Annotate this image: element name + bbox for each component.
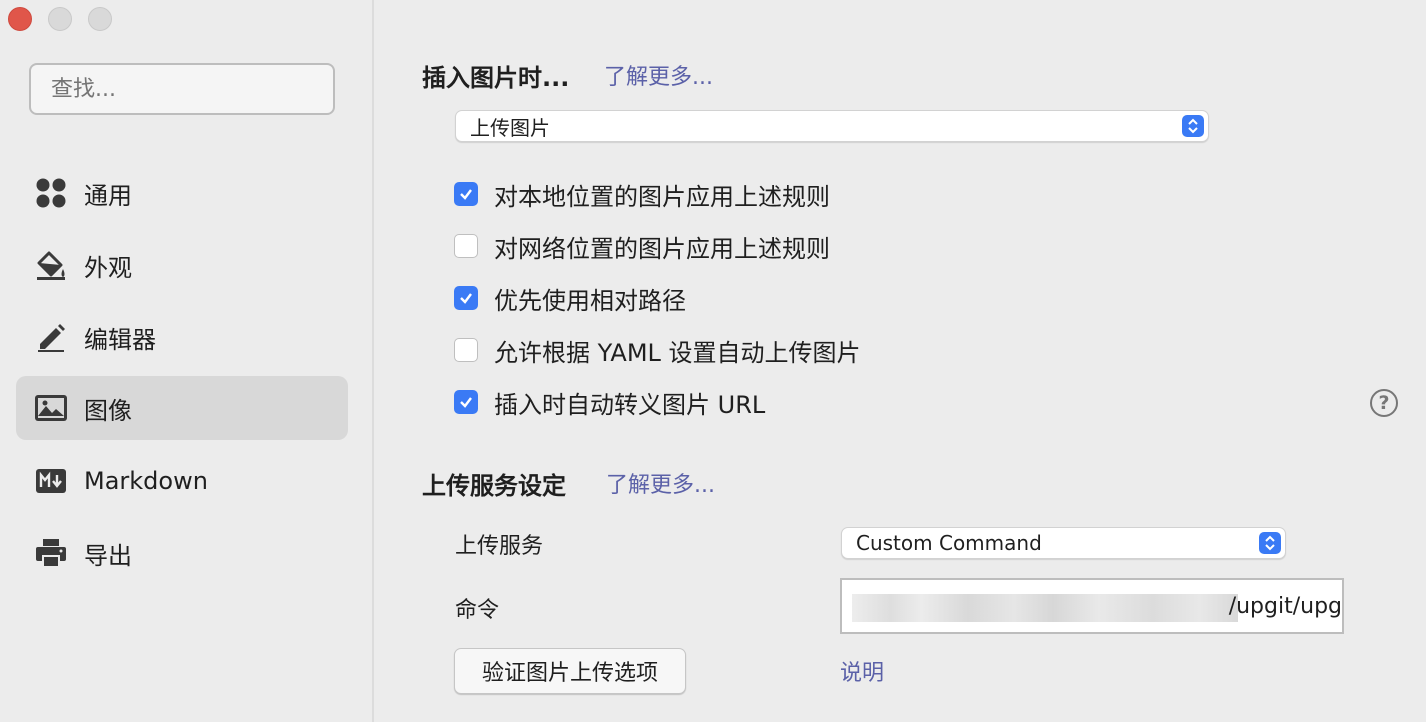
option-relative-path[interactable]: 优先使用相对路径 bbox=[454, 281, 686, 315]
option-label: 对网络位置的图片应用上述规则 bbox=[494, 234, 830, 263]
checkmark-icon bbox=[460, 293, 472, 304]
sidebar-item-label: 外观 bbox=[84, 253, 132, 282]
search-input[interactable] bbox=[29, 63, 335, 115]
chevron-updown-icon bbox=[1259, 532, 1281, 554]
sidebar-item-editor[interactable]: 编辑器 bbox=[16, 305, 348, 369]
option-label: 允许根据 YAML 设置自动上传图片 bbox=[494, 338, 861, 367]
sidebar-item-label: 图像 bbox=[84, 396, 132, 425]
checkbox[interactable] bbox=[454, 390, 478, 414]
window-minimize-button[interactable] bbox=[48, 7, 72, 31]
command-label: 命令 bbox=[455, 598, 500, 623]
redacted-region bbox=[852, 594, 1238, 622]
sidebar-item-markdown[interactable]: Markdown bbox=[16, 449, 348, 513]
sidebar: 通用 外观 编辑器 bbox=[0, 0, 374, 722]
window-close-button[interactable] bbox=[8, 7, 32, 31]
sidebar-item-export[interactable]: 导出 bbox=[16, 521, 348, 585]
printer-icon bbox=[34, 536, 68, 570]
option-escape-url[interactable]: 插入时自动转义图片 URL bbox=[454, 385, 765, 419]
insert-action-value: 上传图片 bbox=[470, 115, 550, 140]
checkbox[interactable] bbox=[454, 234, 478, 258]
sidebar-item-general[interactable]: 通用 bbox=[16, 161, 348, 225]
upload-service-label: 上传服务 bbox=[455, 534, 544, 559]
command-value: /upgit/upg bbox=[1228, 593, 1342, 619]
learn-more-link[interactable]: 了解更多... bbox=[606, 467, 715, 499]
option-network-images[interactable]: 对网络位置的图片应用上述规则 bbox=[454, 229, 830, 263]
checkbox[interactable] bbox=[454, 286, 478, 310]
sidebar-item-appearance[interactable]: 外观 bbox=[16, 233, 348, 297]
paint-bucket-icon bbox=[34, 248, 68, 282]
command-input[interactable]: /upgit/upg bbox=[840, 578, 1344, 634]
markdown-icon bbox=[34, 464, 68, 498]
checkmark-icon bbox=[460, 189, 472, 200]
option-label: 插入时自动转义图片 URL bbox=[494, 390, 766, 419]
checkbox[interactable] bbox=[454, 338, 478, 362]
learn-more-link[interactable]: 了解更多... bbox=[604, 59, 713, 91]
window-zoom-button[interactable] bbox=[88, 7, 112, 31]
pencil-icon bbox=[34, 320, 68, 354]
option-local-images[interactable]: 对本地位置的图片应用上述规则 bbox=[454, 177, 830, 211]
upload-service-value: Custom Command bbox=[856, 531, 1042, 555]
sidebar-item-label: 通用 bbox=[84, 181, 132, 210]
help-icon[interactable]: ? bbox=[1370, 389, 1398, 417]
sidebar-item-label: Markdown bbox=[84, 467, 208, 495]
insert-action-select[interactable]: 上传图片 bbox=[455, 110, 1209, 142]
image-icon bbox=[34, 391, 68, 425]
verify-upload-button[interactable]: 验证图片上传选项 bbox=[454, 648, 686, 694]
sidebar-item-label: 导出 bbox=[84, 541, 132, 570]
chevron-updown-icon bbox=[1182, 115, 1204, 137]
option-label: 对本地位置的图片应用上述规则 bbox=[494, 182, 830, 211]
image-section-title: 插入图片时... bbox=[422, 64, 570, 92]
upload-service-select[interactable]: Custom Command bbox=[841, 527, 1286, 559]
checkmark-icon bbox=[460, 397, 472, 408]
option-label: 优先使用相对路径 bbox=[494, 286, 686, 315]
explain-link[interactable]: 说明 bbox=[840, 655, 884, 687]
sidebar-item-image[interactable]: 图像 bbox=[16, 376, 348, 440]
checkbox[interactable] bbox=[454, 182, 478, 206]
upload-section-title: 上传服务设定 bbox=[422, 472, 566, 500]
sidebar-item-label: 编辑器 bbox=[84, 325, 156, 354]
option-yaml-upload[interactable]: 允许根据 YAML 设置自动上传图片 bbox=[454, 333, 861, 367]
apps-icon bbox=[34, 176, 68, 210]
